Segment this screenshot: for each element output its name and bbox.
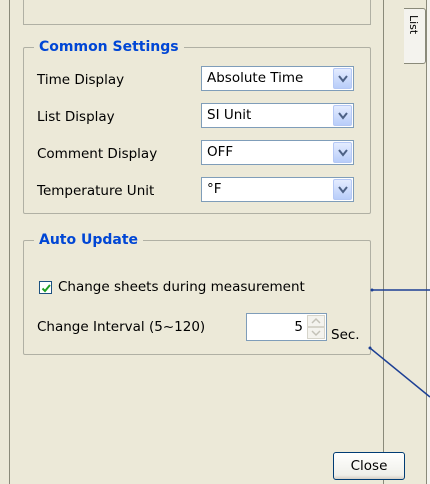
callout-line-interval xyxy=(369,347,430,398)
callout-dot-checkbox xyxy=(370,288,374,292)
callout-lines xyxy=(368,288,430,398)
callout-dot-interval xyxy=(368,346,372,350)
close-button[interactable]: Close xyxy=(333,452,405,480)
